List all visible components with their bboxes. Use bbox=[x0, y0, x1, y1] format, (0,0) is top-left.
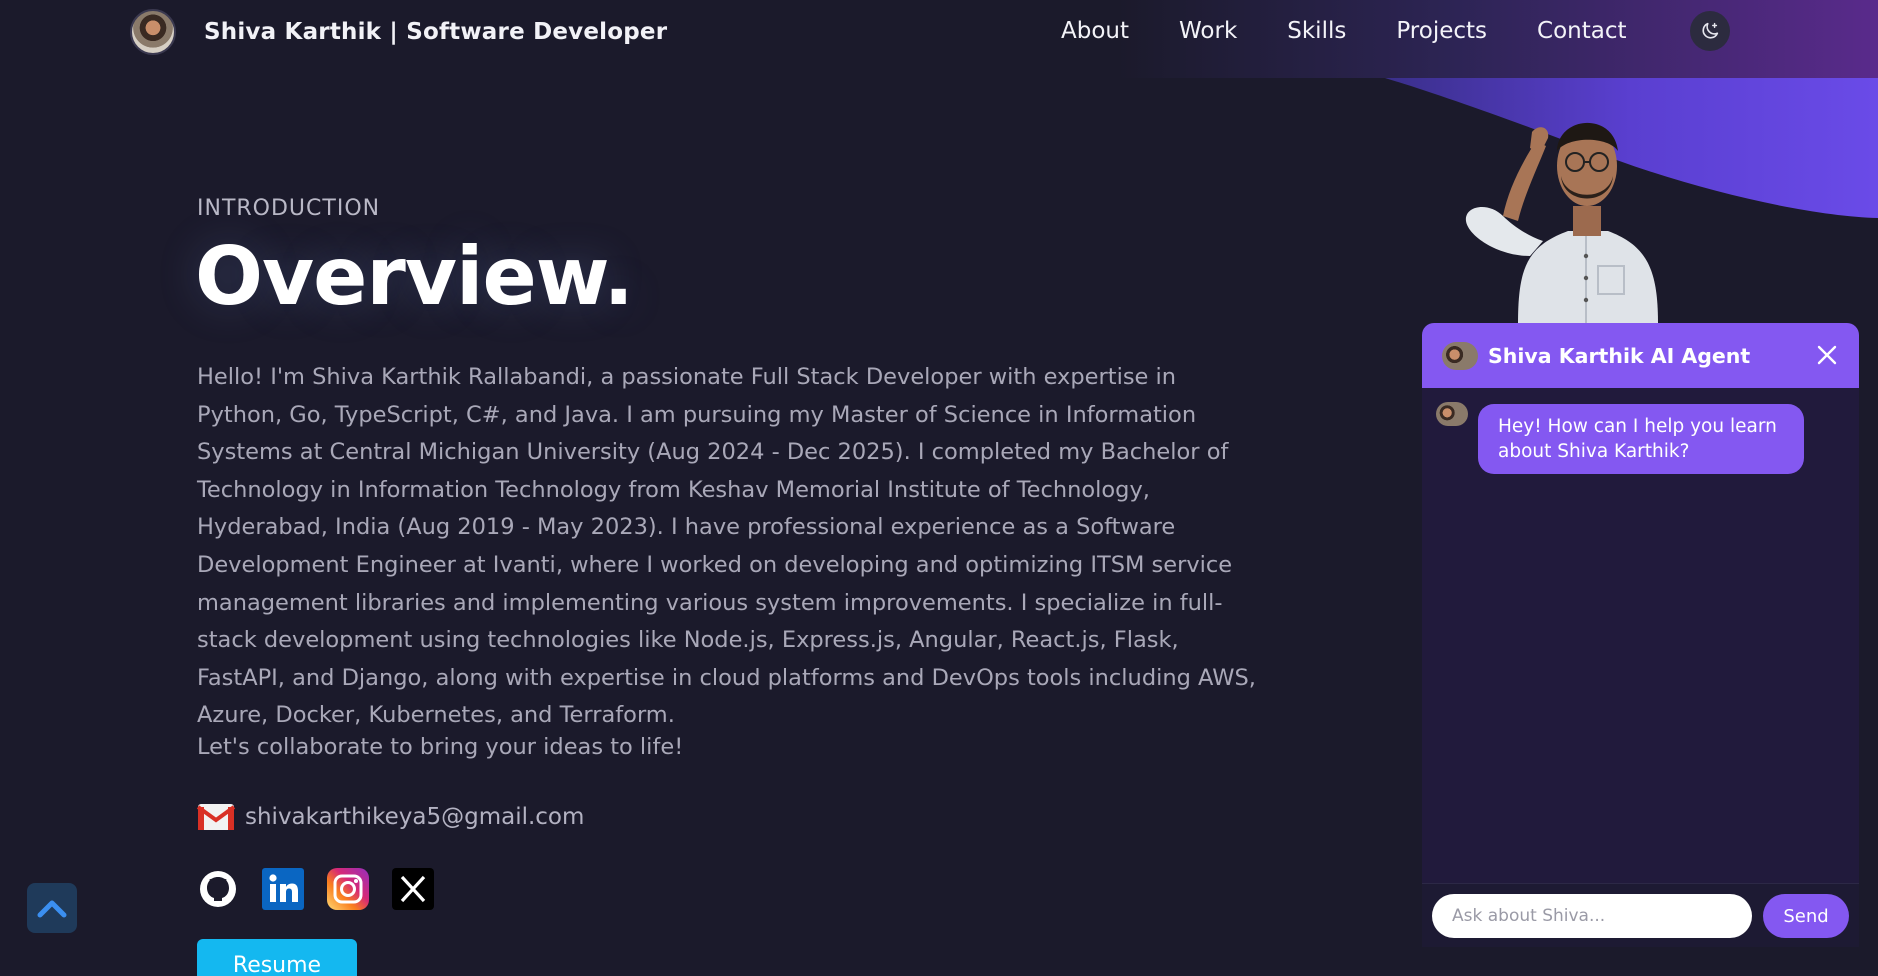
close-icon[interactable] bbox=[1815, 343, 1839, 367]
chat-title: Shiva Karthik AI Agent bbox=[1488, 343, 1751, 368]
nav-item-contact[interactable]: Contact bbox=[1537, 16, 1626, 46]
x-icon bbox=[392, 868, 434, 910]
instagram-link[interactable] bbox=[327, 868, 369, 910]
resume-button[interactable]: Resume bbox=[197, 939, 357, 976]
brand[interactable]: Shiva Karthik | Software Developer bbox=[130, 9, 667, 55]
bot-message: Hey! How can I help you learn about Shiv… bbox=[1478, 404, 1804, 474]
chat-avatar bbox=[1442, 341, 1478, 370]
page-title: Overview. bbox=[195, 230, 634, 323]
tagline: Let's collaborate to bring your ideas to… bbox=[197, 734, 684, 760]
chat-messages[interactable]: Hey! How can I help you learn about Shiv… bbox=[1422, 388, 1859, 883]
gmail-icon bbox=[197, 804, 235, 830]
email-address[interactable]: shivakarthikeya5@gmail.com bbox=[245, 804, 584, 830]
github-icon bbox=[200, 871, 236, 907]
brand-name: Shiva Karthik | Software Developer bbox=[204, 19, 668, 45]
nav-item-work[interactable]: Work bbox=[1179, 16, 1237, 46]
linkedin-icon bbox=[262, 868, 304, 910]
chat-input-bar: Send bbox=[1422, 883, 1859, 947]
email-contact[interactable]: shivakarthikeya5@gmail.com bbox=[197, 803, 584, 831]
bot-avatar bbox=[1436, 402, 1468, 426]
nav-item-skills[interactable]: Skills bbox=[1287, 16, 1346, 46]
theme-toggle-button[interactable] bbox=[1690, 11, 1730, 51]
social-links bbox=[197, 868, 457, 910]
x-link[interactable] bbox=[392, 868, 434, 910]
nav-item-projects[interactable]: Projects bbox=[1396, 16, 1487, 46]
linkedin-link[interactable] bbox=[262, 868, 304, 910]
nav-links: About Work Skills Projects Contact bbox=[1061, 16, 1677, 46]
send-button[interactable]: Send bbox=[1763, 894, 1849, 938]
top-navbar: Shiva Karthik | Software Developer About… bbox=[0, 0, 1878, 78]
avatar-figure bbox=[1465, 122, 1658, 324]
section-label: INTRODUCTION bbox=[197, 196, 381, 221]
nav-item-about[interactable]: About bbox=[1061, 16, 1129, 46]
moon-icon bbox=[1702, 22, 1719, 39]
scroll-to-top-button[interactable] bbox=[27, 883, 77, 933]
github-link[interactable] bbox=[197, 868, 239, 910]
chevron-up-icon bbox=[37, 900, 67, 918]
chat-widget: Shiva Karthik AI Agent Hey! How can I he… bbox=[1422, 323, 1859, 947]
chat-header: Shiva Karthik AI Agent bbox=[1422, 323, 1859, 388]
chat-input[interactable] bbox=[1432, 894, 1752, 938]
instagram-icon bbox=[327, 868, 369, 910]
brand-avatar bbox=[130, 9, 176, 55]
bio-paragraph: Hello! I'm Shiva Karthik Rallabandi, a p… bbox=[197, 364, 1256, 729]
